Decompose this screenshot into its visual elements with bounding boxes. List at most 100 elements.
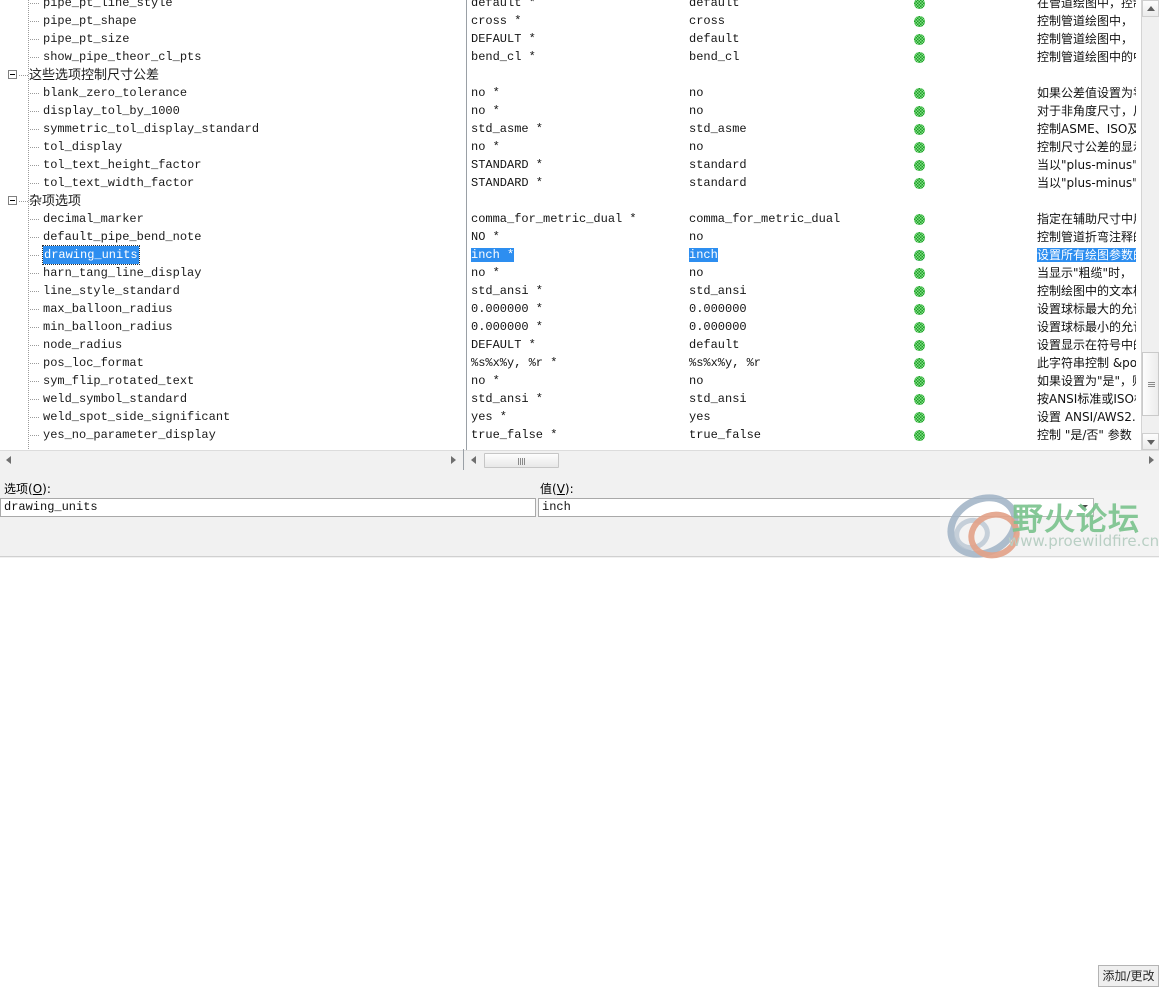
value-row[interactable] <box>467 66 1136 84</box>
value-row[interactable] <box>467 192 1136 210</box>
scroll-right-icon-2[interactable] <box>1149 456 1154 464</box>
value-row[interactable]: no * no 如果设置为"是"，则 <box>467 372 1136 390</box>
current-value[interactable]: %s%x%y, %r * <box>471 354 557 372</box>
scroll-left-icon-2[interactable] <box>471 456 476 464</box>
tree-option-row[interactable]: tol_text_width_factor <box>0 174 462 192</box>
vertical-scrollbar[interactable] <box>1141 0 1159 450</box>
tree-collapse-icon[interactable] <box>8 196 17 205</box>
current-value[interactable]: no * <box>471 84 500 102</box>
value-row[interactable]: std_ansi * std_ansi 控制绘图中的文本样 <box>467 282 1136 300</box>
tree-option-row[interactable]: weld_symbol_standard <box>0 390 462 408</box>
scroll-up-button[interactable] <box>1142 0 1159 17</box>
value-row[interactable]: std_asme * std_asme 控制ASME、ISO及DI <box>467 120 1136 138</box>
option-tree-pane[interactable]: pipe_pt_line_style pipe_pt_shape pipe_pt_s… <box>0 0 462 450</box>
current-value[interactable]: STANDARD * <box>471 156 543 174</box>
current-value[interactable]: yes * <box>471 408 507 426</box>
option-tree[interactable]: pipe_pt_line_style pipe_pt_shape pipe_pt_s… <box>0 0 462 444</box>
tree-option-row[interactable]: pipe_pt_shape <box>0 12 462 30</box>
tree-option-row[interactable]: pipe_pt_size <box>0 30 462 48</box>
value-row[interactable]: comma_for_metric_dual * comma_for_metric_… <box>467 210 1136 228</box>
value-row[interactable]: DEFAULT * default 设置显示在符号中的 <box>467 336 1136 354</box>
current-value[interactable]: no * <box>471 102 500 120</box>
tree-option-row[interactable]: sym_flip_rotated_text <box>0 372 462 390</box>
tree-option-row[interactable]: pos_loc_format <box>0 354 462 372</box>
current-value[interactable]: 0.000000 * <box>471 300 543 318</box>
tree-option-row[interactable]: show_pipe_theor_cl_pts <box>0 48 462 66</box>
tree-option-row[interactable]: harn_tang_line_display <box>0 264 462 282</box>
value-row[interactable]: bend_cl * bend_cl 控制管道绘图中的中 <box>467 48 1136 66</box>
value-row[interactable]: cross * cross 控制管道绘图中，​ <box>467 12 1136 30</box>
tree-option-row[interactable]: max_balloon_radius <box>0 300 462 318</box>
current-value[interactable]: no * <box>471 372 500 390</box>
current-value[interactable]: std_ansi * <box>471 390 543 408</box>
current-value[interactable]: true_false * <box>471 426 557 444</box>
tree-option-row[interactable]: weld_spot_side_significant <box>0 408 462 426</box>
tree-option-row[interactable]: decimal_marker <box>0 210 462 228</box>
tree-collapse-icon[interactable] <box>8 70 17 79</box>
values-horizontal-scrollbar[interactable] <box>466 451 1159 470</box>
tree-option-row[interactable]: tol_display <box>0 138 462 156</box>
value-row[interactable]: true_false * true_false 控制 "是/否" 参数 <box>467 426 1136 444</box>
current-value[interactable]: cross * <box>471 12 521 30</box>
current-value[interactable]: comma_for_metric_dual * <box>471 210 637 228</box>
scroll-down-button[interactable] <box>1142 433 1159 450</box>
value-row[interactable]: no * no 控制尺寸公差的显示 <box>467 138 1136 156</box>
value-row[interactable]: 0.000000 * 0.000000 设置球标最小的允许 <box>467 318 1136 336</box>
current-value[interactable]: default * <box>471 0 536 12</box>
value-row[interactable]: no * no 对于非角度尺寸，尺 <box>467 102 1136 120</box>
values-pane[interactable]: default * default 在管道绘图中，控制 cross * cross 控制管… <box>466 0 1136 450</box>
value-row[interactable]: STANDARD * standard 当以"plus-minus"格 <box>467 156 1136 174</box>
tree-group-row[interactable]: 杂项选项 <box>0 192 462 210</box>
tree-option-row[interactable]: yes_no_parameter_display <box>0 426 462 444</box>
current-value[interactable]: STANDARD * <box>471 174 543 192</box>
value-row[interactable]: DEFAULT * default 控制管道绘图中，​ <box>467 30 1136 48</box>
current-value[interactable]: 0.000000 * <box>471 318 543 336</box>
current-value[interactable]: DEFAULT * <box>471 30 536 48</box>
tree-option-row[interactable]: display_tol_by_1000 <box>0 102 462 120</box>
scroll-right-icon[interactable] <box>451 456 456 464</box>
tree-option-row[interactable]: symmetric_tol_display_standard <box>0 120 462 138</box>
horizontal-scrollbar-row[interactable] <box>0 449 1159 471</box>
vertical-scrollbar-thumb[interactable] <box>1142 352 1159 416</box>
current-value[interactable]: DEFAULT * <box>471 336 536 354</box>
tree-option-row[interactable]: default_pipe_bend_note <box>0 228 462 246</box>
value-combo-input[interactable]: inch <box>538 498 1094 517</box>
current-value[interactable]: std_asme * <box>471 120 543 138</box>
value-row[interactable]: std_ansi * std_ansi 按ANSI标准或ISO标 <box>467 390 1136 408</box>
current-value[interactable]: no * <box>471 138 500 156</box>
current-value-text: DEFAULT * <box>471 338 536 352</box>
horizontal-scrollbar-thumb[interactable] <box>484 453 559 468</box>
value-row[interactable]: %s%x%y, %r * %s%x%y, %r 此字符串控制 &pos <box>467 354 1136 372</box>
tree-option-row[interactable]: pipe_pt_line_style <box>0 0 462 12</box>
scroll-left-icon[interactable] <box>6 456 11 464</box>
value-row[interactable]: inch * inch 设置所有绘图参数的 <box>467 246 1136 264</box>
value-row[interactable]: STANDARD * standard 当以"plus-minus"格 <box>467 174 1136 192</box>
current-value[interactable]: NO * <box>471 228 500 246</box>
values-list[interactable]: default * default 在管道绘图中，控制 cross * cross 控制管… <box>467 0 1136 444</box>
chevron-down-icon[interactable] <box>1078 505 1088 510</box>
tree-group-row[interactable]: 这些选项控制尺寸公差 <box>0 66 462 84</box>
add-change-button[interactable]: 添加/更改 <box>1098 965 1159 987</box>
value-row[interactable]: no * no 当显示"粗缆"时，​ <box>467 264 1136 282</box>
pane-splitter[interactable] <box>463 449 464 470</box>
tree-option-row[interactable]: line_style_standard <box>0 282 462 300</box>
tree-option-row[interactable]: min_balloon_radius <box>0 318 462 336</box>
value-row[interactable]: NO * no 控制管道折弯注释的 <box>467 228 1136 246</box>
current-value[interactable]: bend_cl * <box>471 48 536 66</box>
current-value[interactable]: inch * <box>471 246 515 264</box>
tree-option-row[interactable]: tol_text_height_factor <box>0 156 462 174</box>
value-row[interactable]: 0.000000 * 0.000000 设置球标最大的允许 <box>467 300 1136 318</box>
tree-option-row[interactable]: node_radius <box>0 336 462 354</box>
value-row[interactable]: default * default 在管道绘图中，控制 <box>467 0 1136 12</box>
tree-option-row[interactable]: drawing_units <box>0 245 462 265</box>
value-row[interactable]: yes * yes 设置 ANSI/AWS2.4 <box>467 408 1136 426</box>
description-cell: 按ANSI标准或ISO标 <box>1037 390 1136 408</box>
current-value[interactable]: no * <box>471 264 500 282</box>
default-value: default <box>689 336 739 354</box>
value-row[interactable]: no * no 如果公差值设置为零 <box>467 84 1136 102</box>
option-name-input[interactable]: drawing_units <box>0 498 536 517</box>
tree-connector <box>30 57 40 58</box>
current-value[interactable]: std_ansi * <box>471 282 543 300</box>
tree-horizontal-scrollbar[interactable] <box>0 451 463 470</box>
tree-option-row[interactable]: blank_zero_tolerance <box>0 84 462 102</box>
